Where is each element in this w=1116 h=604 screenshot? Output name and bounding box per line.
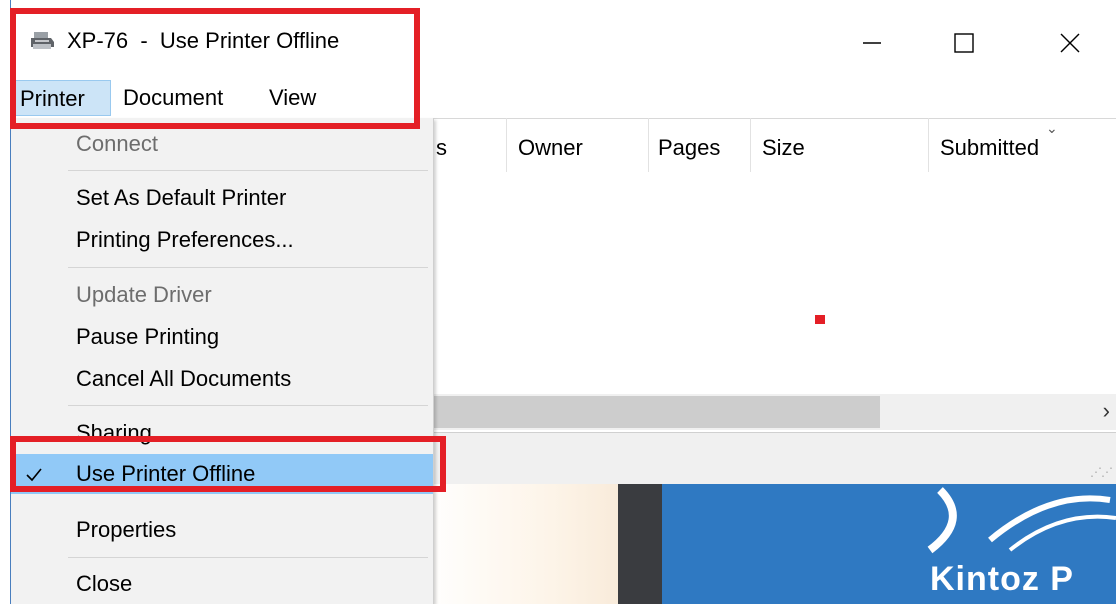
column-size[interactable]: Size bbox=[762, 128, 805, 168]
desktop-dark-strip bbox=[618, 484, 662, 604]
annotation-dot bbox=[815, 315, 825, 324]
brand-swoosh-icon bbox=[927, 487, 1116, 554]
menu-item-label: Cancel All Documents bbox=[76, 366, 292, 391]
menu-item-pause[interactable]: Pause Printing bbox=[11, 317, 433, 357]
menu-separator bbox=[68, 405, 428, 406]
checkmark-icon bbox=[24, 454, 44, 494]
menu-item-label: Update Driver bbox=[76, 282, 212, 307]
scroll-right-arrow-icon[interactable]: › bbox=[1103, 398, 1110, 424]
menu-item-cancel-all[interactable]: Cancel All Documents bbox=[11, 359, 433, 399]
brand-text: Kintoz P bbox=[930, 560, 1074, 598]
menu-item-connect[interactable]: Connect bbox=[11, 124, 433, 164]
maximize-button[interactable] bbox=[941, 20, 987, 66]
menu-document[interactable]: Document bbox=[115, 80, 231, 116]
resize-grip-icon[interactable]: ⋰⋰ bbox=[1090, 465, 1113, 479]
menu-printer[interactable]: Printer bbox=[11, 80, 111, 116]
menu-item-update-driver[interactable]: Update Driver bbox=[11, 275, 433, 315]
menu-item-label: Properties bbox=[76, 517, 177, 542]
menu-item-label: Close bbox=[76, 571, 133, 596]
menu-bar: Printer Document View bbox=[11, 80, 1116, 116]
column-submitted[interactable]: Submitted bbox=[940, 128, 1039, 168]
menu-item-sharing[interactable]: Sharing bbox=[11, 413, 433, 453]
minimize-icon bbox=[863, 42, 881, 44]
minimize-button[interactable] bbox=[849, 20, 895, 66]
column-status[interactable]: s bbox=[436, 128, 447, 168]
window-title: XP-76 - Use Printer Offline bbox=[67, 28, 340, 53]
column-divider[interactable] bbox=[648, 118, 649, 172]
printer-icon bbox=[29, 30, 55, 52]
close-button[interactable] bbox=[1047, 20, 1093, 66]
column-divider[interactable] bbox=[750, 118, 751, 172]
column-divider[interactable] bbox=[928, 118, 929, 172]
desktop-warm-area bbox=[420, 484, 640, 604]
menu-item-label: Pause Printing bbox=[76, 324, 220, 349]
column-divider[interactable] bbox=[506, 118, 507, 172]
horizontal-scrollbar[interactable]: › bbox=[420, 394, 1116, 430]
close-icon bbox=[1060, 33, 1080, 53]
menu-item-label: Use Printer Offline bbox=[76, 461, 256, 486]
column-owner[interactable]: Owner bbox=[518, 128, 583, 168]
desktop-edge bbox=[0, 0, 10, 604]
menu-item-label: Printing Preferences... bbox=[76, 227, 294, 252]
title-bar[interactable]: XP-76 - Use Printer Offline bbox=[11, 0, 1116, 80]
menu-item-preferences[interactable]: Printing Preferences... bbox=[11, 220, 433, 260]
menu-item-use-offline[interactable]: Use Printer Offline bbox=[11, 454, 433, 494]
sort-caret-icon: ⌄ bbox=[1046, 120, 1058, 136]
menu-item-set-default[interactable]: Set As Default Printer bbox=[11, 178, 433, 218]
maximize-icon bbox=[954, 33, 974, 53]
scrollbar-thumb[interactable] bbox=[420, 396, 880, 428]
menu-item-close[interactable]: Close bbox=[11, 564, 433, 604]
column-pages[interactable]: Pages bbox=[658, 128, 720, 168]
menu-item-label: Connect bbox=[76, 131, 158, 156]
menu-item-label: Set As Default Printer bbox=[76, 185, 287, 210]
menu-view[interactable]: View bbox=[261, 80, 324, 116]
menu-item-label: Sharing bbox=[76, 420, 152, 445]
menu-separator bbox=[68, 267, 428, 268]
printer-menu-dropdown: Connect Set As Default Printer Printing … bbox=[11, 118, 434, 604]
menu-separator bbox=[68, 170, 428, 171]
menu-item-properties[interactable]: Properties bbox=[11, 510, 433, 550]
status-bar: ⋰⋰ bbox=[420, 432, 1116, 485]
menu-separator bbox=[68, 557, 428, 558]
